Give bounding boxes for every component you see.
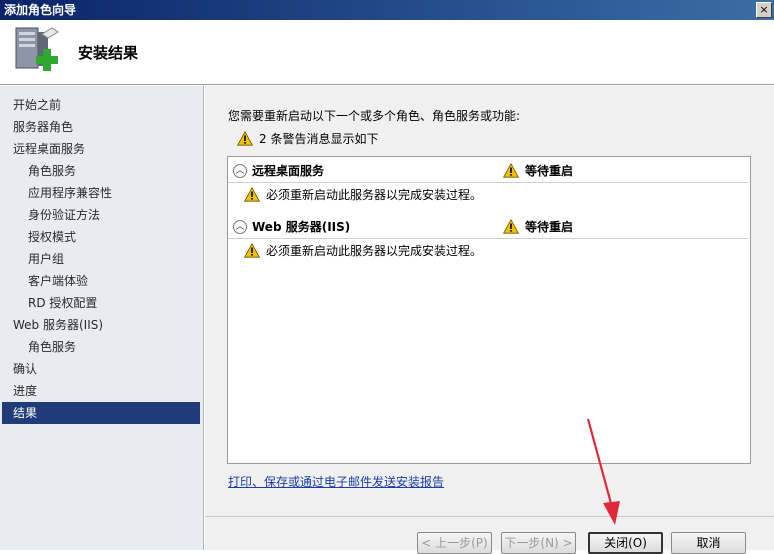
role-name: 远程桌面服务 (252, 164, 325, 178)
nav-item[interactable]: Web 服务器(IIS) (0, 314, 203, 336)
cancel-button[interactable]: 取消 (671, 532, 746, 554)
nav-item[interactable]: 远程桌面服务 (0, 138, 203, 160)
chevron-up-icon[interactable]: ︿ (233, 219, 247, 234)
result-message: 必须重新启动此服务器以完成安装过程。 (228, 239, 750, 261)
nav-item[interactable]: 角色服务 (0, 160, 203, 182)
nav-item[interactable]: 确认 (0, 358, 203, 380)
warning-icon (503, 163, 519, 178)
page-title: 安装结果 (78, 44, 139, 62)
nav-item[interactable]: 客户端体验 (0, 270, 203, 292)
nav-item[interactable]: 进度 (0, 380, 203, 402)
role-status-text: 等待重启 (525, 220, 574, 234)
window-title: 添加角色向导 (4, 3, 77, 17)
warning-summary-text: 2 条警告消息显示如下 (259, 132, 379, 146)
nav-item[interactable]: 应用程序兼容性 (0, 182, 203, 204)
nav-item[interactable]: RD 授权配置 (0, 292, 203, 314)
close-window-button[interactable]: × (756, 2, 772, 18)
nav-item[interactable]: 服务器角色 (0, 116, 203, 138)
window-titlebar: 添加角色向导 × (0, 0, 774, 20)
nav-item[interactable]: 用户组 (0, 248, 203, 270)
result-section-header[interactable]: ︿ 远程桌面服务 等待重启 (228, 159, 748, 183)
result-message-text: 必须重新启动此服务器以完成安装过程。 (266, 243, 483, 258)
wizard-steps-nav: 开始之前 服务器角色 远程桌面服务 角色服务 应用程序兼容性 身份验证方法 授权模式 用户组客… (0, 86, 204, 550)
warning-summary: 2 条警告消息显示如下 (237, 130, 378, 147)
nav-item[interactable]: 授权模式 (0, 226, 203, 248)
role-name: Web 服务器(IIS) (252, 220, 351, 234)
restart-intro-text: 您需要重新启动以下一个或多个角色、角色服务或功能: (228, 109, 521, 123)
result-message-text: 必须重新启动此服务器以完成安装过程。 (266, 187, 483, 202)
wizard-header: 安装结果 (0, 20, 774, 85)
chevron-up-icon[interactable]: ︿ (233, 163, 247, 178)
nav-item[interactable]: 身份验证方法 (0, 204, 203, 226)
nav-item[interactable]: 结果 (2, 402, 200, 424)
close-button[interactable]: 关闭(O) (588, 532, 663, 554)
nav-item[interactable]: 角色服务 (0, 336, 203, 358)
next-button[interactable]: 下一步(N) > (501, 532, 576, 554)
back-button[interactable]: < 上一步(P) (417, 532, 492, 554)
installation-results-list[interactable]: ︿ 远程桌面服务 等待重启 必须重新启动此服务器以完成安装过程。 ︿ Web 服务器(II… (227, 156, 751, 464)
role-status-text: 等待重启 (525, 164, 574, 178)
result-section-header[interactable]: ︿ Web 服务器(IIS) 等待重启 (228, 215, 748, 239)
server-add-icon (15, 27, 59, 71)
role-status: 等待重启 (503, 162, 573, 179)
nav-item[interactable]: 开始之前 (0, 94, 203, 116)
report-link[interactable]: 打印、保存或通过电子邮件发送安装报告 (228, 473, 444, 490)
button-bar: < 上一步(P) 下一步(N) > 关闭(O) 取消 (205, 516, 774, 554)
results-panel: 您需要重新启动以下一个或多个角色、角色服务或功能: 2 条警告消息显示如下 ︿ 远… (205, 86, 774, 516)
warning-icon (244, 187, 260, 202)
role-status: 等待重启 (503, 218, 573, 235)
warning-icon (503, 219, 519, 234)
warning-icon (237, 131, 253, 146)
warning-icon (244, 243, 260, 258)
result-message: 必须重新启动此服务器以完成安装过程。 (228, 183, 750, 205)
